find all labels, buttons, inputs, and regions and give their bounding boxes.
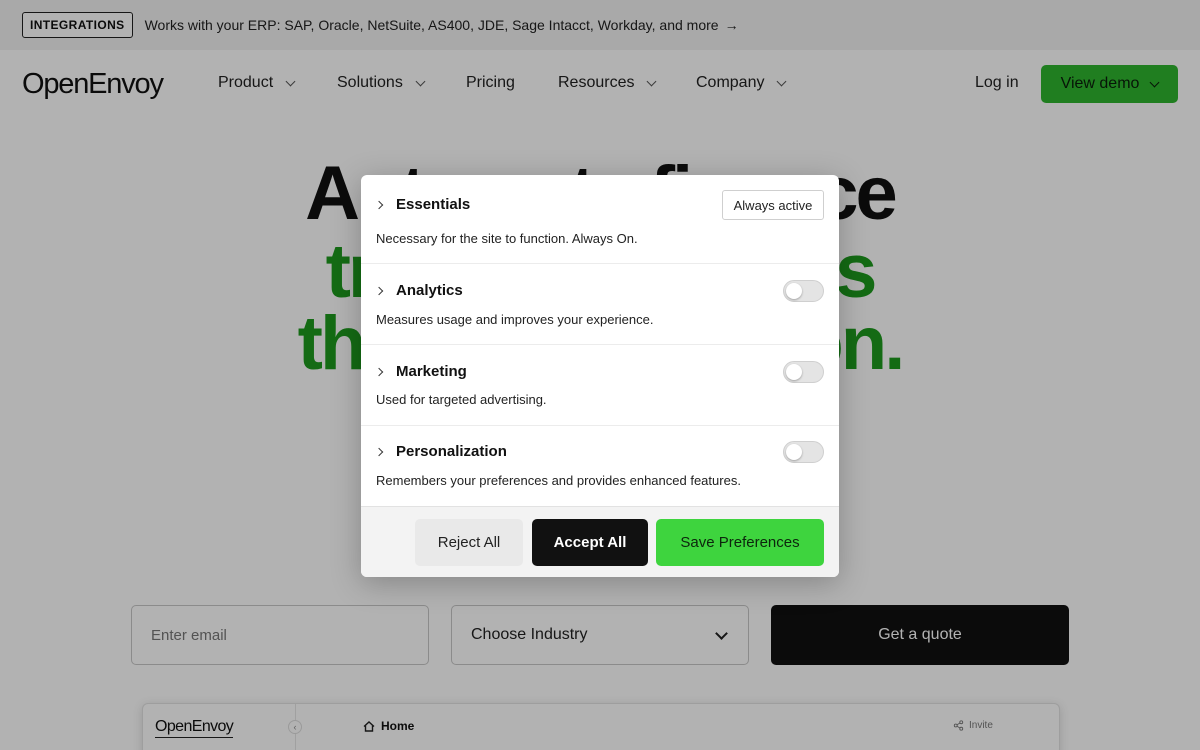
- personalization-title: Personalization: [396, 443, 507, 460]
- cookie-section-marketing: Marketing Used for targeted advertising.: [361, 345, 839, 426]
- essentials-header[interactable]: Essentials: [374, 196, 471, 213]
- marketing-header[interactable]: Marketing: [374, 363, 467, 380]
- chevron-right-icon: [374, 447, 384, 456]
- save-preferences-button[interactable]: Save Preferences: [656, 519, 824, 566]
- modal-footer: Reject All Accept All Save Preferences: [361, 506, 839, 577]
- analytics-toggle[interactable]: [783, 280, 824, 302]
- essentials-title: Essentials: [396, 196, 471, 213]
- chevron-right-icon: [374, 367, 384, 376]
- personalization-description: Remembers your preferences and provides …: [376, 473, 741, 488]
- analytics-description: Measures usage and improves your experie…: [376, 312, 654, 327]
- reject-all-button[interactable]: Reject All: [415, 519, 523, 566]
- always-active-badge: Always active: [722, 190, 824, 220]
- cookie-section-personalization: Personalization Remembers your preferenc…: [361, 426, 839, 506]
- marketing-title: Marketing: [396, 363, 467, 380]
- marketing-description: Used for targeted advertising.: [376, 392, 547, 407]
- personalization-toggle[interactable]: [783, 441, 824, 463]
- toggle-knob: [786, 364, 802, 380]
- cookie-section-analytics: Analytics Measures usage and improves yo…: [361, 264, 839, 345]
- accept-all-button[interactable]: Accept All: [532, 519, 648, 566]
- chevron-right-icon: [374, 200, 384, 209]
- personalization-header[interactable]: Personalization: [374, 443, 507, 460]
- essentials-description: Necessary for the site to function. Alwa…: [376, 231, 638, 246]
- marketing-toggle[interactable]: [783, 361, 824, 383]
- cookie-section-essentials: Essentials Always active Necessary for t…: [361, 175, 839, 264]
- toggle-knob: [786, 444, 802, 460]
- analytics-title: Analytics: [396, 282, 463, 299]
- cookie-preferences-modal: Essentials Always active Necessary for t…: [361, 175, 839, 577]
- toggle-knob: [786, 283, 802, 299]
- chevron-right-icon: [374, 286, 384, 295]
- analytics-header[interactable]: Analytics: [374, 282, 463, 299]
